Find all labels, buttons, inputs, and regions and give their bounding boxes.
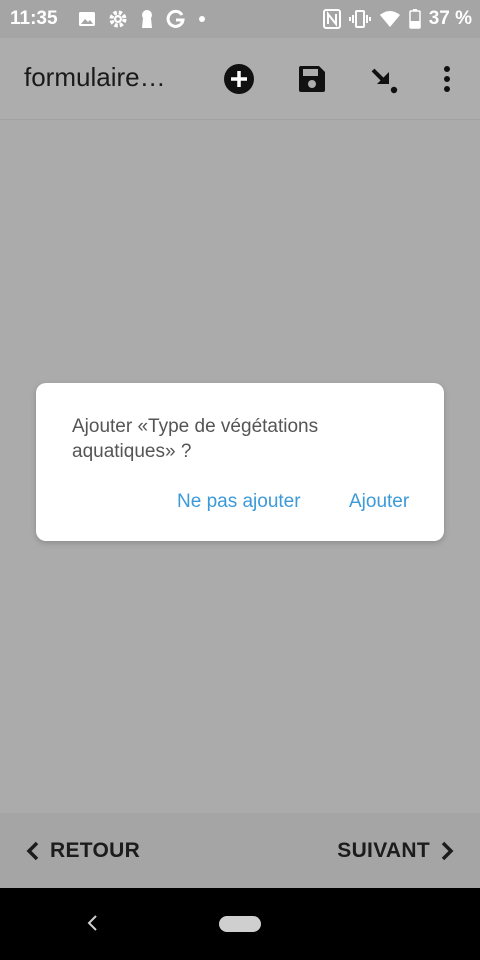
wifi-icon (379, 10, 401, 28)
battery-icon (408, 9, 421, 29)
back-button[interactable]: RETOUR (26, 839, 140, 863)
add-button[interactable]: Ajouter (349, 491, 409, 513)
dont-add-button[interactable]: Ne pas ajouter (177, 491, 301, 513)
gear-icon (108, 9, 128, 29)
dialog-message: Ajouter «Type de végétations aquatiques»… (72, 416, 319, 462)
chevron-right-icon (440, 841, 454, 861)
status-bar: 11:35 37 % (0, 0, 480, 38)
next-button[interactable]: SUIVANT (337, 839, 454, 863)
vibrate-icon (348, 9, 371, 29)
back-label: RETOUR (50, 839, 141, 862)
save-icon[interactable] (295, 62, 329, 96)
keyhole-icon (140, 9, 154, 29)
system-icons: 37 % (322, 8, 472, 30)
dot-icon (198, 15, 206, 23)
app-bar: formulaire… (0, 38, 480, 120)
next-label: SUIVANT (337, 839, 430, 862)
system-navigation-bar (0, 888, 480, 960)
system-back-icon[interactable] (86, 914, 98, 937)
more-vert-icon[interactable] (430, 62, 464, 96)
page-title: formulaire… (24, 62, 166, 92)
add-circle-icon[interactable] (222, 62, 256, 96)
notification-icons (78, 9, 206, 29)
chevron-left-icon (26, 841, 40, 861)
battery-percent: 37 % (428, 8, 472, 29)
google-g-icon (166, 9, 186, 29)
home-pill-button[interactable] (219, 916, 261, 932)
confirm-dialog: Ajouter «Type de végétations aquatiques»… (36, 383, 444, 541)
status-time: 11:35 (10, 8, 58, 29)
image-icon (78, 10, 96, 28)
nfc-icon (322, 9, 341, 29)
form-navigation-bar: RETOUR SUIVANT (0, 813, 480, 888)
arrow-down-right-icon[interactable] (367, 62, 401, 96)
